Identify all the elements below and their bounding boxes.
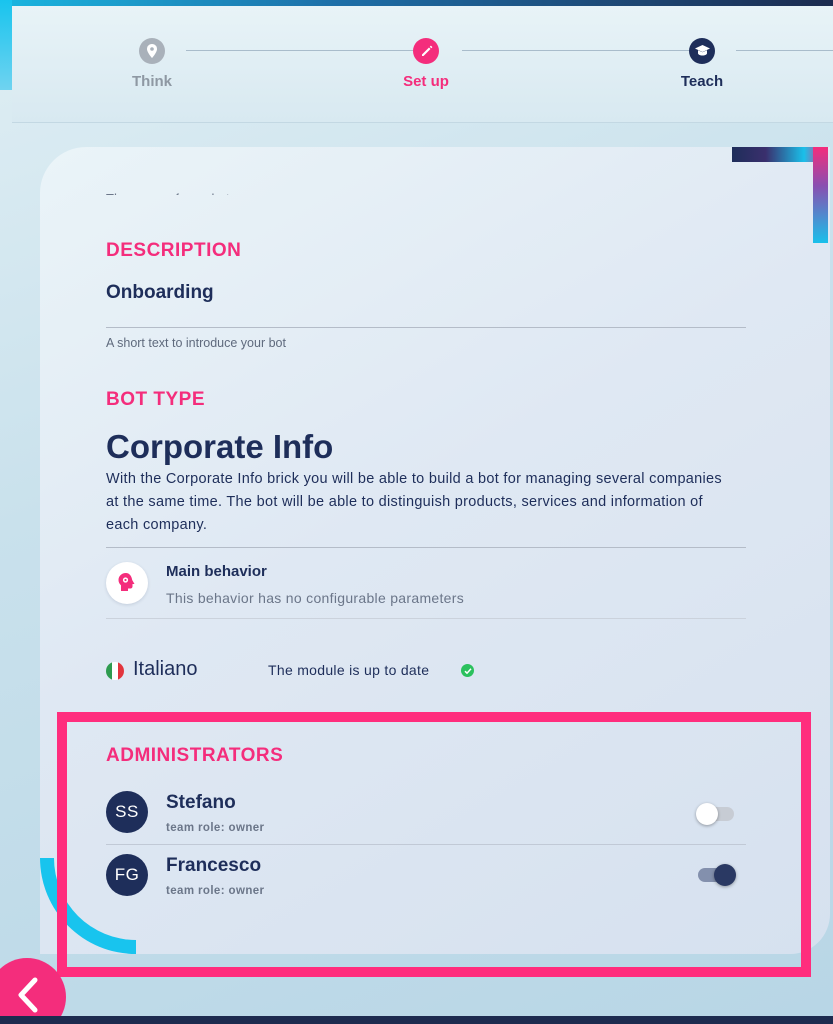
step-setup[interactable]: Set up	[366, 38, 486, 90]
step-think[interactable]: Think	[92, 38, 212, 90]
description-field[interactable]: Onboarding	[106, 282, 214, 304]
corner-decoration	[732, 147, 828, 243]
highlight-annotation	[57, 712, 811, 977]
bottom-edge	[0, 1016, 833, 1024]
behavior-title: Main behavior	[166, 563, 267, 580]
step-label: Set up	[403, 73, 449, 90]
brain-gear-icon	[106, 562, 148, 604]
bot-type-name: Corporate Info	[106, 428, 334, 465]
check-icon	[461, 664, 474, 677]
bot-type-title: BOT TYPE	[106, 389, 206, 410]
italian-flag-icon	[106, 662, 124, 680]
left-edge-decoration	[0, 0, 12, 90]
chevron-left-icon	[13, 976, 41, 1017]
module-status: The module is up to date	[268, 662, 430, 678]
bot-type-divider	[106, 547, 746, 548]
graduation-cap-icon	[689, 38, 715, 64]
behavior-divider	[106, 618, 746, 619]
app-frame: Think Set up Teach The name of your bot …	[0, 0, 833, 1016]
step-label: Think	[132, 73, 172, 90]
description-underline	[106, 327, 746, 328]
wizard-stepper: Think Set up Teach	[12, 6, 833, 123]
step-label: Teach	[680, 73, 724, 90]
language-label: Italiano	[133, 658, 198, 680]
description-hint: A short text to introduce your bot	[106, 336, 286, 350]
behavior-subtitle: This behavior has no configurable parame…	[166, 590, 465, 606]
name-hint: The name of your bot	[106, 186, 230, 195]
description-title: DESCRIPTION	[106, 240, 242, 261]
pencil-icon	[413, 38, 439, 64]
location-pin-icon	[139, 38, 165, 64]
step-teach[interactable]: Teach	[642, 38, 762, 90]
bot-type-description: With the Corporate Info brick you will b…	[106, 471, 722, 533]
